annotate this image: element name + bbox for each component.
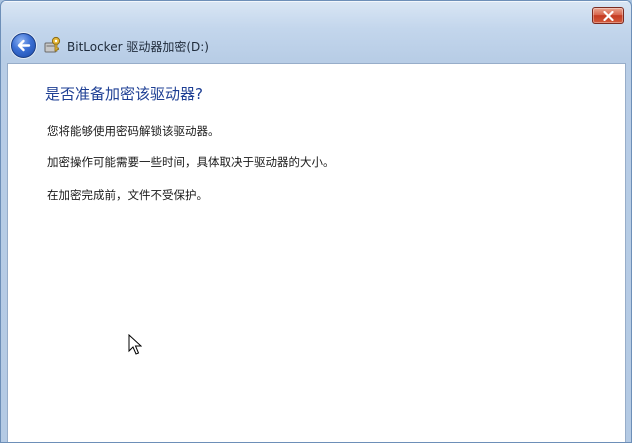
info-line-password: 您将能够使用密码解锁该驱动器。: [47, 124, 220, 138]
mouse-cursor-icon: [128, 334, 142, 355]
content-panel: 是否准备加密该驱动器? 您将能够使用密码解锁该驱动器。 加密操作可能需要一些时间…: [7, 63, 626, 442]
bitlocker-window: BitLocker 驱动器加密(D:) 是否准备加密该驱动器? 您将能够使用密码…: [0, 0, 632, 443]
close-button[interactable]: [592, 7, 624, 24]
window-title: BitLocker 驱动器加密(D:): [67, 40, 209, 54]
info-line-duration: 加密操作可能需要一些时间，具体取决于驱动器的大小。: [47, 155, 335, 169]
close-icon: [603, 11, 614, 21]
back-button[interactable]: [11, 33, 36, 58]
bitlocker-key-icon: [44, 36, 61, 53]
info-line-protection: 在加密完成前，文件不受保护。: [47, 188, 208, 202]
page-title: 是否准备加密该驱动器?: [45, 85, 203, 103]
back-arrow-icon: [17, 39, 31, 52]
